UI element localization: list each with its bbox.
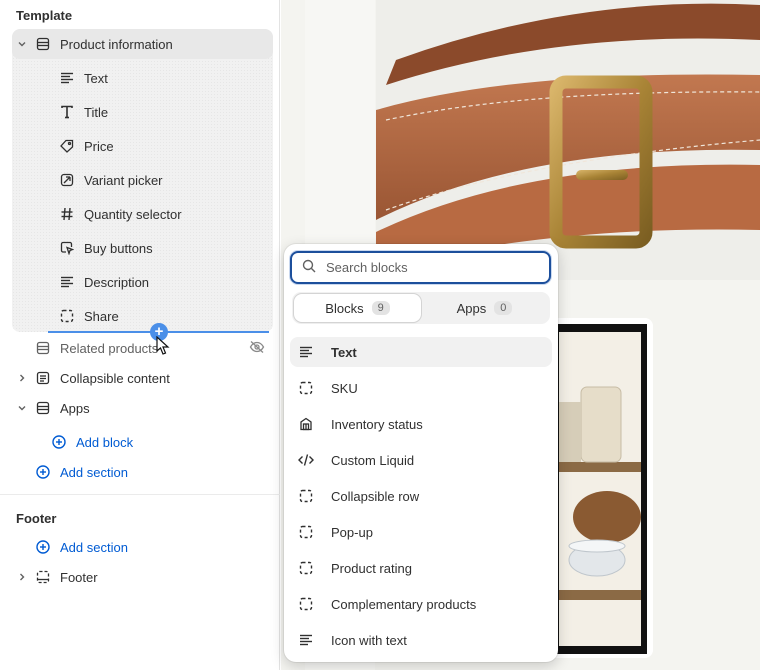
- block-option-label: Text: [331, 344, 357, 360]
- block-item-label: Text: [84, 70, 108, 86]
- footer-add-section-button[interactable]: Add section: [12, 532, 273, 562]
- add-block-popover: Blocks 9 Apps 0 Text SKU Inventory statu…: [284, 244, 558, 662]
- block-option-label: Inventory status: [331, 416, 423, 432]
- block-item-label: Description: [84, 274, 150, 290]
- block-option-label: SKU: [331, 380, 358, 396]
- dashed-square-icon: [298, 560, 314, 576]
- chevron-down-icon[interactable]: [12, 39, 32, 49]
- price-tag-icon: [56, 138, 78, 154]
- block-option-icon-with-text[interactable]: Icon with text: [290, 625, 552, 655]
- block-option-inventory-status[interactable]: Inventory status: [290, 409, 552, 439]
- block-item-description[interactable]: Description: [12, 267, 273, 297]
- block-option-label: Collapsible row: [331, 488, 420, 504]
- tab-count-badge: 9: [371, 301, 390, 315]
- store-icon: [298, 416, 314, 432]
- belt-product-image: [376, 0, 760, 280]
- add-section-label: Add section: [60, 464, 128, 480]
- section-icon: [32, 340, 54, 356]
- code-icon: [298, 452, 314, 468]
- text-lines-icon: [298, 344, 314, 360]
- section-product-information[interactable]: Product information: [12, 29, 273, 59]
- block-item-label: Share: [84, 308, 119, 324]
- search-field[interactable]: [290, 251, 551, 284]
- sidebar: Template Product information Text Title …: [0, 0, 280, 670]
- tab-apps[interactable]: Apps 0: [421, 294, 548, 322]
- section-footer[interactable]: Footer: [12, 562, 273, 592]
- block-item-label: Price: [84, 138, 114, 154]
- dashed-square-icon: [298, 524, 314, 540]
- add-block-button[interactable]: Add block: [28, 427, 289, 457]
- footer-section-icon: [32, 569, 54, 585]
- section-icon: [32, 36, 54, 52]
- dashed-square-icon: [56, 308, 78, 324]
- add-section-label: Add section: [60, 539, 128, 555]
- variant-picker-icon: [56, 172, 78, 188]
- chevron-down-icon[interactable]: [12, 403, 32, 413]
- section-icon: [32, 400, 54, 416]
- section-divider: [0, 494, 280, 495]
- collapsible-content-icon: [32, 370, 54, 386]
- tab-count-badge: 0: [494, 301, 513, 315]
- block-option-label: Icon with text: [331, 632, 407, 648]
- search-input[interactable]: [326, 260, 526, 275]
- block-option-label: Product rating: [331, 560, 412, 576]
- hidden-eye-icon[interactable]: [249, 340, 265, 357]
- block-option-pop-up[interactable]: Pop-up: [290, 517, 552, 547]
- tab-label: Blocks: [325, 300, 364, 316]
- block-item-quantity-selector[interactable]: Quantity selector: [12, 199, 273, 229]
- add-block-label: Add block: [76, 434, 134, 450]
- cursor-button-icon: [56, 240, 78, 256]
- text-lines-icon: [56, 274, 78, 290]
- block-option-collapsible-row[interactable]: Collapsible row: [290, 481, 552, 511]
- plus-circle-icon: [48, 434, 70, 450]
- block-option-label: Pop-up: [331, 524, 373, 540]
- block-item-share[interactable]: Share: [12, 301, 273, 331]
- block-item-buy-buttons[interactable]: Buy buttons: [12, 233, 273, 263]
- section-apps[interactable]: Apps: [12, 393, 273, 423]
- mouse-pointer-icon: [156, 335, 170, 359]
- block-option-text[interactable]: Text: [290, 337, 552, 367]
- tab-label: Apps: [456, 300, 487, 316]
- block-option-label: Custom Liquid: [331, 452, 415, 468]
- add-section-button[interactable]: Add section: [12, 457, 273, 487]
- block-item-label: Quantity selector: [84, 206, 182, 222]
- block-item-label: Title: [84, 104, 109, 120]
- dashed-square-icon: [298, 380, 314, 396]
- block-option-sku[interactable]: SKU: [290, 373, 552, 403]
- block-item-variant-picker[interactable]: Variant picker: [12, 165, 273, 195]
- block-option-product-rating[interactable]: Product rating: [290, 553, 552, 583]
- dashed-square-icon: [298, 596, 314, 612]
- block-options-list: Text SKU Inventory status Custom Liquid …: [290, 337, 552, 661]
- block-option-label: Complementary products: [331, 596, 477, 612]
- chevron-right-icon[interactable]: [12, 572, 32, 582]
- block-item-price[interactable]: Price: [12, 131, 273, 161]
- chevron-right-icon[interactable]: [12, 373, 32, 383]
- section-label: Related products: [60, 340, 159, 356]
- tab-blocks[interactable]: Blocks 9: [294, 294, 421, 322]
- block-option-custom-liquid[interactable]: Custom Liquid: [290, 445, 552, 475]
- text-lines-icon: [298, 632, 314, 648]
- section-related-products[interactable]: Related products: [12, 333, 273, 363]
- hashtag-icon: [56, 206, 78, 222]
- text-lines-icon: [56, 70, 78, 86]
- block-item-title[interactable]: Title: [12, 97, 273, 127]
- section-label: Apps: [60, 400, 90, 416]
- section-label: Collapsible content: [60, 370, 170, 386]
- plus-circle-icon: [32, 539, 54, 555]
- block-item-label: Variant picker: [84, 172, 163, 188]
- search-icon: [302, 259, 316, 276]
- section-label: Footer: [60, 569, 98, 585]
- footer-heading: Footer: [16, 511, 57, 526]
- title-t-icon: [56, 104, 78, 120]
- dashed-square-icon: [298, 488, 314, 504]
- block-item-label: Buy buttons: [84, 240, 153, 256]
- section-label: Product information: [60, 36, 173, 52]
- block-item-text[interactable]: Text: [12, 63, 273, 93]
- section-collapsible-content[interactable]: Collapsible content: [12, 363, 273, 393]
- plus-circle-icon: [32, 464, 54, 480]
- block-type-tabs: Blocks 9 Apps 0: [292, 292, 550, 324]
- block-option-complementary-products[interactable]: Complementary products: [290, 589, 552, 619]
- template-heading: Template: [16, 8, 73, 23]
